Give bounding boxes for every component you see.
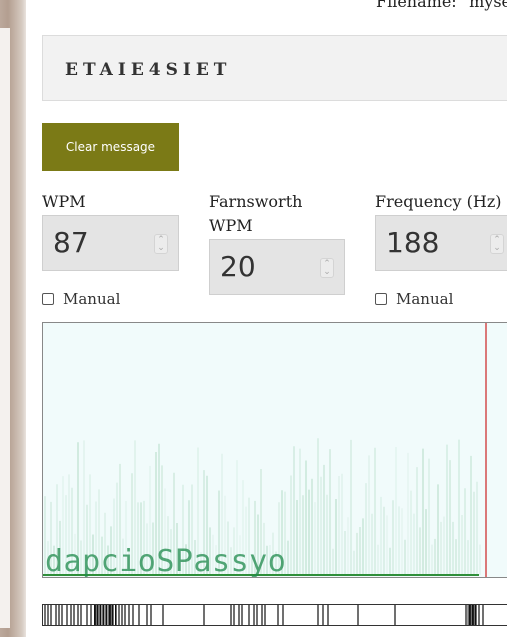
frequency-manual-label: Manual — [396, 290, 454, 308]
spectrogram: dapcioSPassyo — [42, 322, 507, 578]
filename-label: Filename: "myse — [376, 0, 507, 11]
spectrogram-decoded-text: dapcioSPassyo — [45, 544, 286, 577]
spinner-arrows-icon[interactable]: ⌃ ⌄ — [490, 234, 504, 254]
frequency-value: 188 — [386, 226, 440, 259]
clear-message-button[interactable]: Clear message — [42, 123, 179, 171]
farnsworth-label-line1: Farnsworth — [209, 192, 303, 211]
frequency-manual-option[interactable]: Manual — [375, 290, 453, 308]
morse-dense-bars — [467, 605, 477, 625]
wpm-input[interactable]: 87 ⌃ ⌄ — [42, 215, 179, 271]
spectrogram-canvas: dapcioSPassyo — [43, 323, 487, 577]
background-page-edge — [0, 0, 26, 637]
morse-timeline-bars — [44, 605, 484, 625]
spinner-arrows-icon[interactable]: ⌃ ⌄ — [320, 258, 334, 278]
frequency-input[interactable]: 188 ⌃ ⌄ — [375, 215, 507, 271]
wpm-manual-option[interactable]: Manual — [42, 290, 120, 308]
spinner-arrows-icon[interactable]: ⌃ ⌄ — [154, 234, 168, 254]
farnsworth-value: 20 — [220, 250, 256, 283]
message-display: ETAIE4SIET — [42, 35, 507, 101]
farnsworth-input[interactable]: 20 ⌃ ⌄ — [209, 239, 345, 295]
wpm-manual-checkbox[interactable] — [42, 293, 54, 305]
wpm-label: WPM — [42, 192, 86, 211]
message-text: ETAIE4SIET — [65, 60, 232, 80]
morse-timeline[interactable] — [42, 604, 507, 626]
wpm-value: 87 — [53, 226, 89, 259]
morse-panel: Filename: "myse ETAIE4SIET Clear message… — [26, 0, 507, 637]
frequency-label: Frequency (Hz) — [375, 192, 502, 211]
frequency-manual-checkbox[interactable] — [375, 293, 387, 305]
farnsworth-label-line2: WPM — [209, 216, 253, 235]
farnsworth-label: Farnsworth WPM — [209, 190, 302, 238]
background-page-column — [0, 28, 10, 628]
morse-dense-bars — [93, 605, 117, 625]
wpm-manual-label: Manual — [63, 290, 121, 308]
